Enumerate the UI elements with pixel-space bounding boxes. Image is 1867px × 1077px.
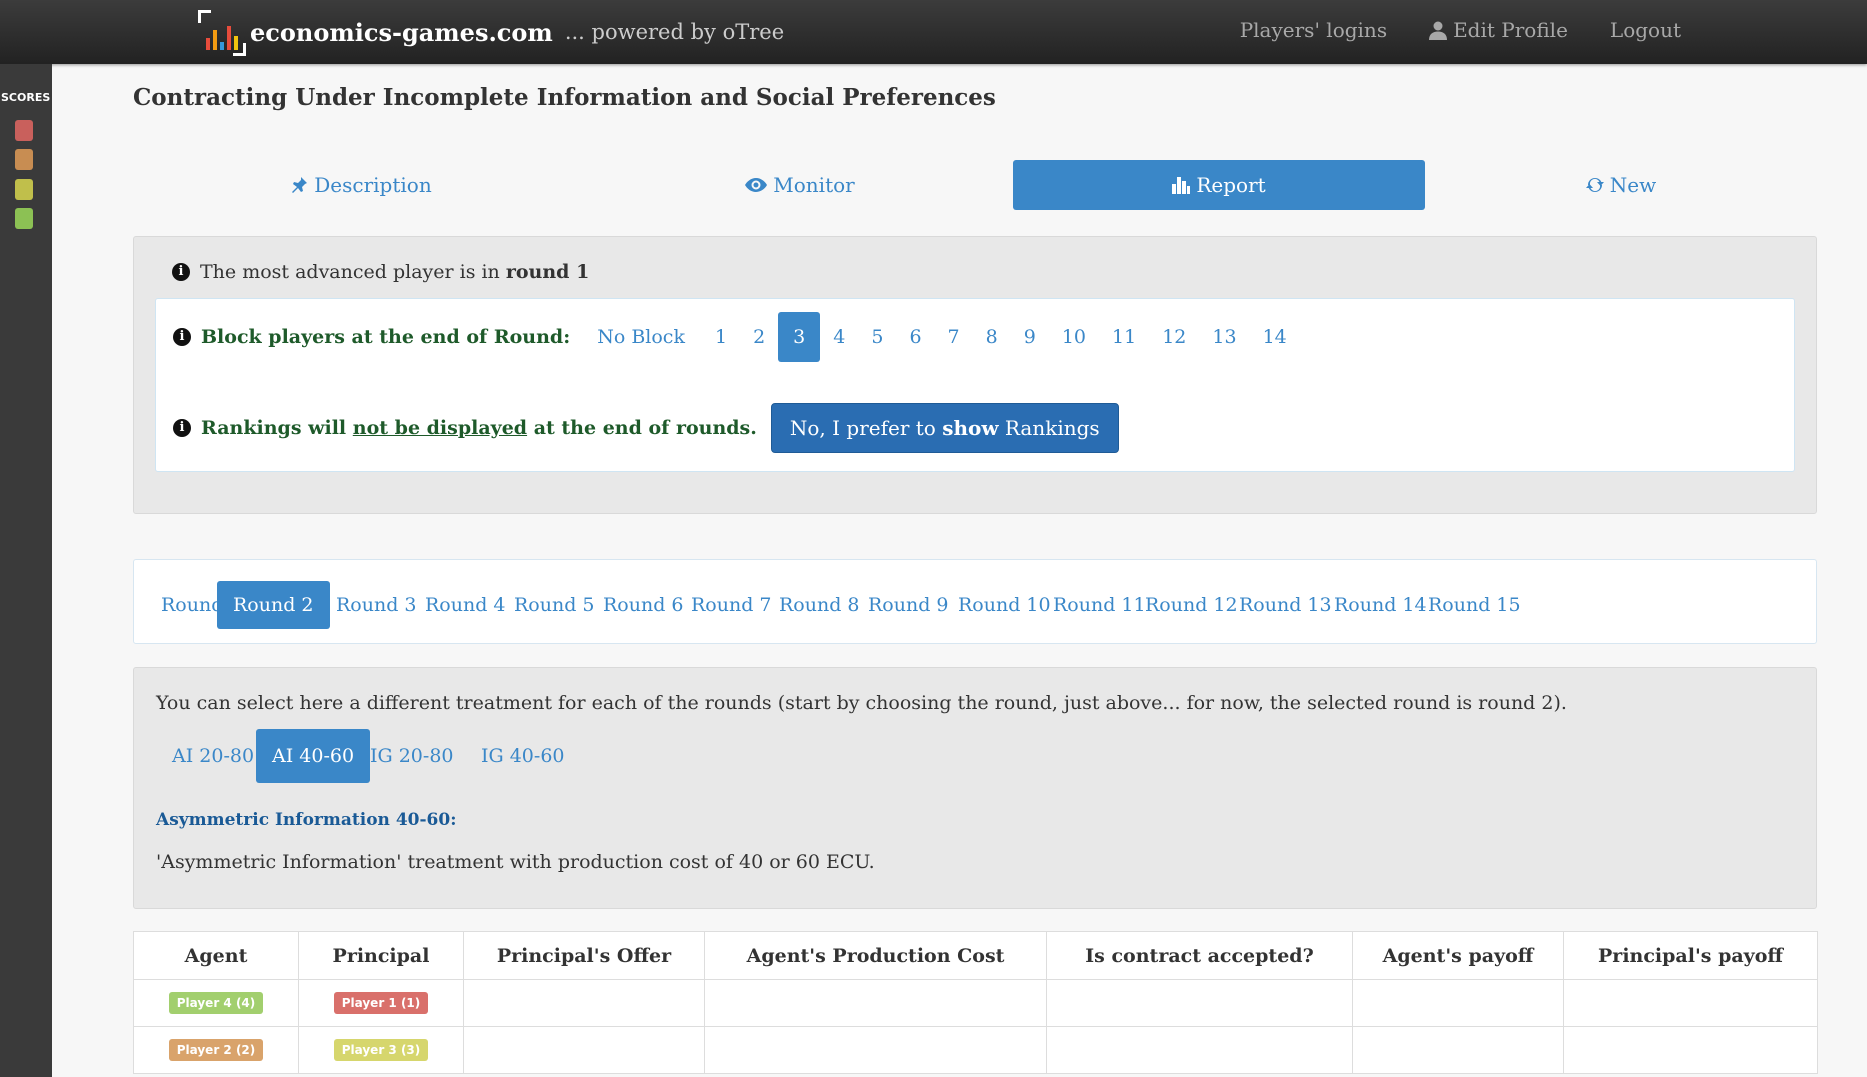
pin-icon (292, 177, 308, 193)
table-cell (1046, 979, 1353, 1027)
refresh-icon (1585, 178, 1604, 192)
block-option-3[interactable]: 3 (778, 312, 821, 362)
block-option-none[interactable]: No Block (584, 312, 698, 362)
round-tab-2[interactable]: Round 2 (217, 581, 330, 629)
rankings-status: Rankings will not be displayed at the en… (201, 417, 757, 439)
block-option-6[interactable]: 6 (896, 312, 934, 362)
tab-new[interactable]: New (1415, 160, 1827, 210)
column-header[interactable]: Principal (298, 931, 464, 980)
block-option-5[interactable]: 5 (858, 312, 896, 362)
table-cell (704, 1026, 1047, 1074)
brand-subtitle: ... powered by oTree (564, 20, 785, 44)
block-option-8[interactable]: 8 (973, 312, 1011, 362)
show-rankings-button[interactable]: No, I prefer to show Rankings (770, 403, 1119, 453)
block-option-7[interactable]: 7 (935, 312, 973, 362)
column-header[interactable]: Agent's Production Cost (704, 931, 1047, 980)
block-option-11[interactable]: 11 (1099, 312, 1149, 362)
tab-description[interactable]: Description (155, 160, 567, 210)
table-cell (1046, 1026, 1353, 1074)
table-cell (1563, 979, 1818, 1027)
rounds-selector: Round 1 Round 2 Round 3 Round 4 Round 5 Round… (133, 559, 1817, 644)
player-badge: Player 4 (4) (168, 992, 264, 1014)
player-badge: Player 2 (2) (168, 1039, 264, 1061)
nav-edit-profile[interactable]: Edit Profile (1429, 18, 1568, 42)
info-icon: i (172, 263, 190, 281)
score-square[interactable] (15, 208, 33, 229)
status-panel: i The most advanced player is in round 1… (133, 236, 1817, 514)
column-header[interactable]: Agent (133, 931, 299, 980)
block-label: Block players at the end of Round: (201, 326, 571, 348)
treatment-tab-ai-20-80[interactable]: AI 20-80 (156, 729, 270, 783)
block-settings-panel: i Block players at the end of Round: No … (155, 298, 1795, 472)
treatment-name: Asymmetric Information 40-60: (156, 810, 457, 830)
eye-icon (745, 178, 768, 192)
table-cell (1563, 1026, 1818, 1074)
round-tab-15[interactable]: Round 15 (1412, 581, 1537, 629)
advanced-round: round 1 (505, 261, 590, 283)
block-option-4[interactable]: 4 (820, 312, 858, 362)
treatment-tab-ig-40-60[interactable]: IG 40-60 (465, 729, 581, 783)
table-cell (1352, 979, 1564, 1027)
info-icon: i (173, 419, 191, 437)
column-header[interactable]: Is contract accepted? (1046, 931, 1353, 980)
treatment-tab-ig-20-80[interactable]: IG 20-80 (354, 729, 470, 783)
column-header[interactable]: Principal's payoff (1563, 931, 1818, 980)
top-navbar: economics-games.com ... powered by oTree… (0, 0, 1867, 64)
column-header[interactable]: Agent's payoff (1352, 931, 1564, 980)
block-option-13[interactable]: 13 (1199, 312, 1249, 362)
brand[interactable]: economics-games.com ... powered by oTree (198, 8, 784, 56)
user-icon (1429, 21, 1448, 40)
nav-players-logins[interactable]: Players' logins (1240, 18, 1387, 42)
treatment-description: 'Asymmetric Information' treatment with … (156, 851, 875, 873)
treatment-panel: You can select here a different treatmen… (133, 667, 1817, 909)
tab-monitor[interactable]: Monitor (594, 160, 1006, 210)
block-option-12[interactable]: 12 (1149, 312, 1199, 362)
table-cell (463, 1026, 705, 1074)
block-option-9[interactable]: 9 (1011, 312, 1049, 362)
block-option-10[interactable]: 10 (1049, 312, 1099, 362)
block-option-2[interactable]: 2 (740, 312, 778, 362)
score-square[interactable] (15, 179, 33, 200)
table-row: Player 4 (4) Player 1 (1) (133, 979, 1818, 1027)
bar-chart-icon (1172, 176, 1191, 194)
treatment-tab-ai-40-60[interactable]: AI 40-60 (256, 729, 371, 783)
block-round-selector: No Block 1 2 3 4 5 6 7 8 9 10 11 12 13 14 (584, 312, 1300, 362)
most-advanced-line: i The most advanced player is in round 1 (172, 261, 589, 283)
table-cell (704, 979, 1047, 1027)
scores-sidebar: SCORES (0, 64, 52, 1077)
scores-label: SCORES (1, 91, 51, 104)
table-row: Player 2 (2) Player 3 (3) (133, 1026, 1818, 1074)
treatment-intro: You can select here a different treatmen… (156, 692, 1567, 714)
table-cell (1352, 1026, 1564, 1074)
block-option-1[interactable]: 1 (702, 312, 740, 362)
player-badge: Player 1 (1) (333, 992, 429, 1014)
score-square[interactable] (15, 149, 33, 170)
info-icon: i (173, 328, 191, 346)
logo-icon (198, 8, 246, 56)
nav-logout[interactable]: Logout (1610, 18, 1681, 42)
results-table: Agent Principal Principal's Offer Agent's P… (133, 931, 1818, 1074)
score-square[interactable] (15, 120, 33, 141)
page-title: Contracting Under Incomplete Information… (133, 84, 996, 111)
block-option-14[interactable]: 14 (1250, 312, 1300, 362)
table-cell (463, 979, 705, 1027)
player-badge: Player 3 (3) (333, 1039, 429, 1061)
tab-report[interactable]: Report (1013, 160, 1425, 210)
column-header[interactable]: Principal's Offer (463, 931, 705, 980)
brand-name: economics-games.com (250, 17, 553, 47)
